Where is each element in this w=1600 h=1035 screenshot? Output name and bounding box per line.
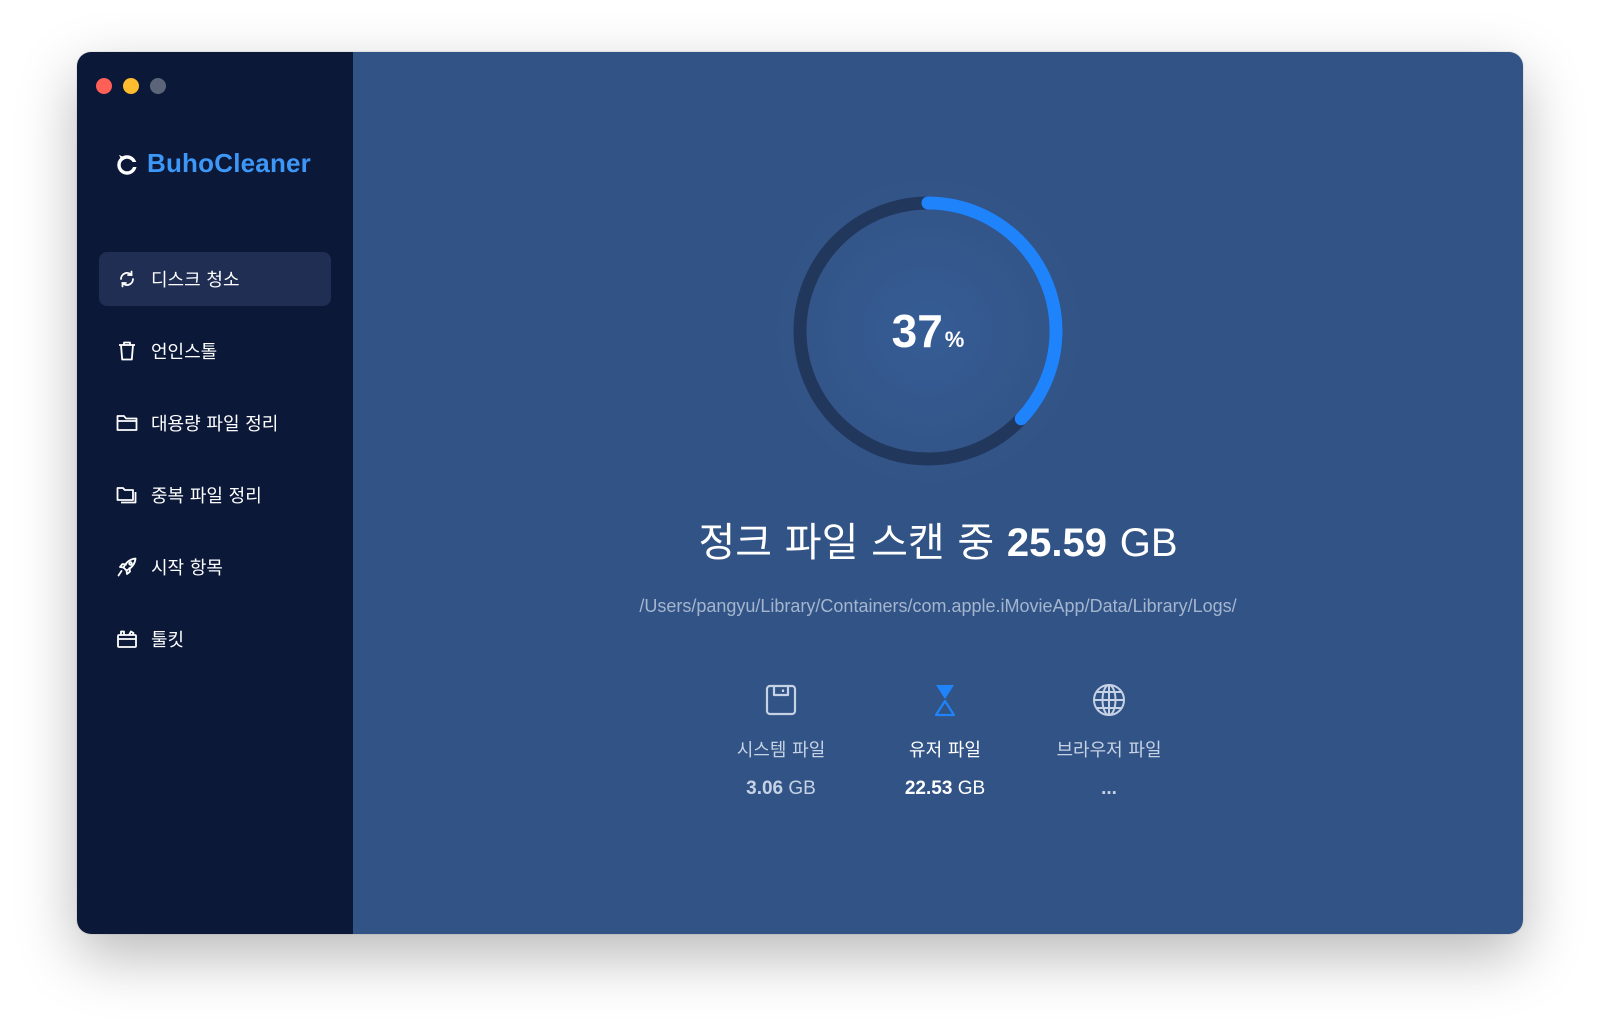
- sidebar-item-toolkit[interactable]: 툴킷: [99, 612, 331, 666]
- category-label: 브라우저 파일: [1056, 740, 1162, 761]
- percent-number: 37: [891, 305, 943, 357]
- current-scan-path: /Users/pangyu/Library/Containers/com.app…: [639, 596, 1237, 616]
- rocket-icon: [117, 557, 137, 577]
- sidebar-item-label: 툴킷: [151, 630, 185, 651]
- window-controls: [96, 78, 166, 94]
- duplicate-folder-icon: [116, 487, 137, 504]
- brand: BuhoCleaner: [115, 148, 311, 179]
- sidebar-item-label: 시작 항목: [151, 558, 223, 579]
- sidebar-item-startup-items[interactable]: 시작 항목: [99, 540, 331, 594]
- trash-icon: [119, 341, 135, 361]
- logo-icon: [117, 154, 137, 175]
- globe-icon: [1093, 684, 1125, 716]
- progress-percent: 37 %: [787, 190, 1069, 472]
- sidebar-item-large-files[interactable]: 대용량 파일 정리: [99, 396, 331, 450]
- category-label: 유저 파일: [909, 740, 981, 761]
- close-window-button[interactable]: [96, 78, 112, 94]
- scan-status-text: 정크 파일 스캔 중: [698, 520, 995, 566]
- scan-progress-ring: 37 %: [757, 160, 1099, 502]
- sidebar-item-disk-cleanup[interactable]: 디스크 청소: [99, 252, 331, 306]
- category-user-files: 유저 파일 22.53 GB: [863, 682, 1027, 800]
- sidebar-item-label: 중복 파일 정리: [151, 486, 262, 507]
- zoom-window-button[interactable]: [150, 78, 166, 94]
- percent-symbol: %: [944, 327, 965, 352]
- brand-name: BuhoCleaner: [147, 148, 312, 178]
- sidebar-item-label: 대용량 파일 정리: [151, 414, 279, 435]
- minimize-window-button[interactable]: [123, 78, 139, 94]
- sidebar-item-label: 디스크 청소: [151, 270, 240, 291]
- sidebar-item-label: 언인스톨: [151, 342, 218, 363]
- sidebar: BuhoCleaner 디스크 청소 언인스톨 대용량 파일 정리 중복 파일 …: [77, 52, 353, 934]
- refresh-icon: [120, 270, 134, 288]
- category-label: 시스템 파일: [736, 740, 826, 761]
- category-browser-files: 브라우저 파일 ...: [1027, 682, 1191, 800]
- toolbox-icon: [117, 630, 137, 648]
- category-size: 22.53 GB: [904, 778, 986, 799]
- found-size: 25.59: [1006, 521, 1108, 565]
- sidebar-item-duplicate-files[interactable]: 중복 파일 정리: [99, 468, 331, 522]
- hourglass-icon: [934, 685, 956, 717]
- main-panel: 37 % 정크 파일 스캔 중 25.59 GB /Users/pangyu/L…: [353, 52, 1523, 934]
- scan-categories: 시스템 파일 3.06 GB 유저 파일 22.53 GB 브라우저 파일 ..…: [699, 682, 1191, 800]
- category-size: ...: [1101, 778, 1117, 799]
- scan-status-headline: 정크 파일 스캔 중 25.59 GB: [353, 510, 1523, 568]
- found-unit: GB: [1119, 521, 1178, 565]
- folder-icon: [116, 415, 138, 431]
- category-system-files: 시스템 파일 3.06 GB: [699, 682, 863, 800]
- category-size: 3.06 GB: [746, 778, 816, 799]
- app-window: BuhoCleaner 디스크 청소 언인스톨 대용량 파일 정리 중복 파일 …: [77, 52, 1523, 934]
- sidebar-nav: 디스크 청소 언인스톨 대용량 파일 정리 중복 파일 정리 시작 항목 툴킷: [99, 252, 331, 684]
- sidebar-item-uninstall[interactable]: 언인스톨: [99, 324, 331, 378]
- disk-icon: [765, 684, 797, 716]
